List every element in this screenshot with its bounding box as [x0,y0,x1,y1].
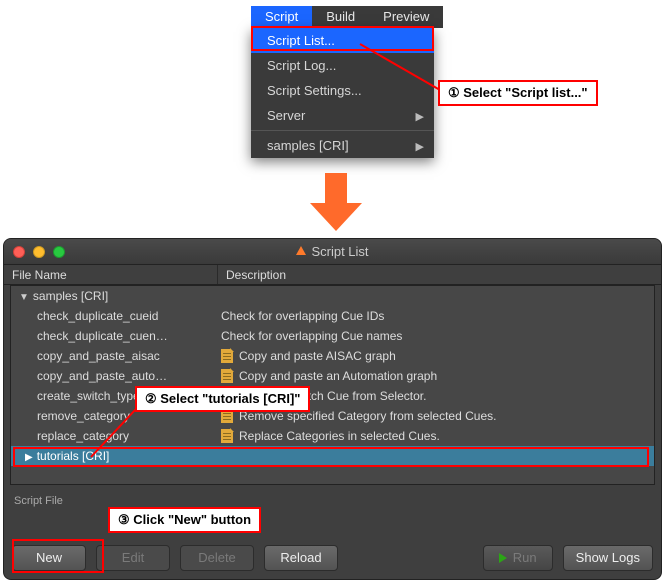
menu-item-server-label: Server [267,108,305,123]
file-desc: Replace Categories in selected Cues. [239,429,440,443]
titlebar: Script List [4,239,661,265]
file-desc: Check for overlapping Cue IDs [221,309,384,323]
menu-item-samples-label: samples [CRI] [267,138,349,153]
menu-item-script-settings[interactable]: Script Settings... [251,78,434,103]
script-list-window: Script List File Name Description ▼ sampl… [4,239,661,579]
menu-build[interactable]: Build [312,6,369,28]
app-icon [296,246,306,255]
file-name: replace_category [11,429,217,443]
menu-item-script-list[interactable]: Script List... [251,28,434,53]
annotation-text-1: ① Select "Script list..." [438,80,598,106]
file-icon [221,429,233,443]
arrow-down-icon [310,173,362,231]
maximize-icon[interactable] [53,246,65,258]
script-list: ▼ samples [CRI] check_duplicate_cueid Chec… [10,285,655,485]
script-file-label: Script File [14,495,661,507]
script-menu-dropdown: Script List... Script Log... Script Sett… [251,28,434,158]
window-title: Script List [4,239,661,265]
list-item[interactable]: copy_and_paste_aisac Copy and paste AISAC… [11,346,654,366]
group-tutorials[interactable]: ▶ tutorials [CRI] [11,446,654,466]
new-button[interactable]: New [12,545,86,571]
minimize-icon[interactable] [33,246,45,258]
list-item[interactable]: remove_categoryRemove specified Category… [11,406,654,426]
list-item[interactable]: create_switch_type_c…Create a Switch Cue… [11,386,654,406]
list-item[interactable]: check_duplicate_cuen… Check for overlappi… [11,326,654,346]
group-samples[interactable]: ▼ samples [CRI] [11,286,654,306]
chevron-right-icon: ▶ [25,452,33,463]
annotation-text-2: ② Select "tutorials [CRI]" [135,386,310,412]
menu-separator [251,130,434,131]
run-label: Run [513,546,537,570]
menubar: Script Build Preview [251,6,443,28]
header-description[interactable]: Description [218,265,661,284]
show-logs-button[interactable]: Show Logs [563,545,653,571]
group-label: samples [CRI] [33,289,108,303]
menu-preview[interactable]: Preview [369,6,443,28]
file-icon [221,369,233,383]
header-file-name[interactable]: File Name [4,265,218,284]
reload-button[interactable]: Reload [264,545,338,571]
chevron-right-icon: ▶ [416,110,424,123]
file-desc: Copy and paste an Automation graph [239,369,437,383]
close-icon[interactable] [13,246,25,258]
file-desc: Check for overlapping Cue names [221,329,402,343]
menu-item-script-log[interactable]: Script Log... [251,53,434,78]
file-name: copy_and_paste_aisac [11,349,217,363]
button-bar: New Edit Delete Reload Run Show Logs [12,545,653,571]
menu-item-samples[interactable]: samples [CRI] ▶ [251,133,434,158]
list-item[interactable]: copy_and_paste_auto… Copy and paste an Au… [11,366,654,386]
table-headers: File Name Description [4,265,661,285]
window-controls [13,246,65,258]
edit-button[interactable]: Edit [96,545,170,571]
delete-button[interactable]: Delete [180,545,254,571]
file-name: check_duplicate_cuen… [11,329,217,343]
file-name: check_duplicate_cueid [11,309,217,323]
list-item[interactable]: replace_category Replace Categories in se… [11,426,654,446]
annotation-text-3: ③ Click "New" button [108,507,261,533]
chevron-right-icon: ▶ [416,140,424,153]
chevron-down-icon: ▼ [19,292,29,303]
file-icon [221,349,233,363]
file-desc: Copy and paste AISAC graph [239,349,396,363]
menu-item-server[interactable]: Server ▶ [251,103,434,128]
list-item[interactable]: check_duplicate_cueid Check for overlappi… [11,306,654,326]
menu-script[interactable]: Script [251,6,312,28]
play-icon [499,553,507,563]
file-name: copy_and_paste_auto… [11,369,217,383]
window-title-text: Script List [311,244,368,259]
group-label: tutorials [CRI] [37,449,110,463]
run-button[interactable]: Run [483,545,553,571]
